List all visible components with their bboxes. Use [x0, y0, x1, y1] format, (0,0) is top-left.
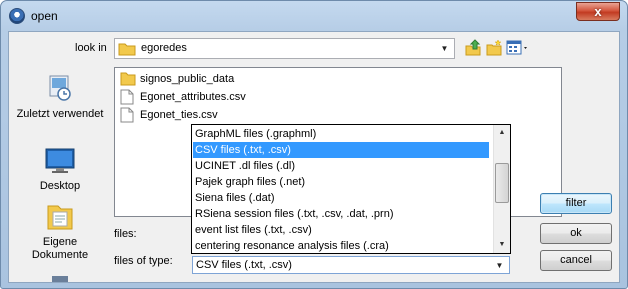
file-type-dropdown[interactable]: GraphML files (.graphml) CSV files (.txt… [191, 124, 511, 254]
place-label: Desktop [39, 180, 81, 192]
file-name: Egonet_ties.csv [140, 109, 218, 121]
dropdown-item[interactable]: RSiena session files (.txt, .csv, .dat, … [193, 206, 489, 222]
files-of-type-combobox[interactable]: CSV files (.txt, .csv) ▼ [192, 256, 510, 274]
chevron-down-icon[interactable]: ▼ [437, 41, 452, 56]
look-in-combobox[interactable]: egoredes ▼ [114, 38, 455, 59]
desktop-icon [44, 148, 76, 179]
look-in-value: egoredes [141, 42, 187, 54]
new-folder-icon[interactable] [485, 39, 503, 57]
look-in-label: look in [75, 42, 107, 54]
place-desktop[interactable]: Desktop [15, 146, 105, 193]
cancel-button[interactable]: cancel [540, 250, 612, 271]
dropdown-item[interactable]: Siena files (.dat) [193, 190, 489, 206]
file-icon [120, 107, 134, 126]
dropdown-item[interactable]: UCINET .dl files (.dl) [193, 158, 489, 174]
place-documents[interactable]: Eigene Dokumente [15, 202, 105, 262]
dropdown-item[interactable]: Pajek graph files (.net) [193, 174, 489, 190]
place-label: Eigene Dokumente [31, 236, 89, 261]
folder-icon [118, 42, 136, 59]
ok-button[interactable]: ok [540, 223, 612, 244]
open-dialog: open x look in egoredes ▼ Zuletzt verwen… [0, 0, 628, 289]
close-button[interactable]: x [576, 2, 620, 21]
app-icon [9, 8, 25, 24]
file-icon [120, 89, 134, 108]
dropdown-scrollbar[interactable]: ▲ ▼ [493, 125, 510, 253]
window-title: open [31, 9, 58, 23]
place-recent[interactable]: Zuletzt verwendet [15, 72, 105, 121]
documents-icon [44, 205, 76, 235]
up-folder-icon[interactable] [464, 39, 482, 57]
folder-icon [120, 71, 136, 89]
chevron-down-icon[interactable]: ▼ [492, 258, 507, 273]
dropdown-item[interactable]: GraphML files (.graphml) [193, 126, 489, 142]
scroll-down-icon[interactable]: ▼ [494, 237, 510, 253]
scroll-up-icon[interactable]: ▲ [494, 125, 510, 141]
scrollbar-thumb[interactable] [495, 163, 509, 203]
dropdown-item[interactable]: centering resonance analysis files (.cra… [193, 238, 489, 252]
filter-button[interactable]: filter [540, 193, 612, 214]
place-label: Zuletzt verwendet [16, 108, 104, 120]
places-bar: Zuletzt verwendet Desktop Eigene Dokumen… [15, 68, 105, 282]
files-of-type-label: files of type: [114, 255, 173, 267]
dropdown-item[interactable]: event list files (.txt, .csv) [193, 222, 489, 238]
file-name: Egonet_attributes.csv [140, 91, 246, 103]
dialog-body: look in egoredes ▼ Zuletzt verwendet Des… [8, 31, 620, 283]
files-of-type-value: CSV files (.txt, .csv) [196, 259, 292, 271]
file-name: signos_public_data [140, 73, 235, 85]
view-menu-icon[interactable] [506, 39, 530, 57]
recent-places-icon [44, 75, 76, 107]
title-bar[interactable]: open x [1, 1, 627, 31]
place-next[interactable] [15, 272, 105, 282]
dropdown-item-selected[interactable]: CSV files (.txt, .csv) [193, 142, 489, 158]
files-label: files: [114, 228, 137, 240]
